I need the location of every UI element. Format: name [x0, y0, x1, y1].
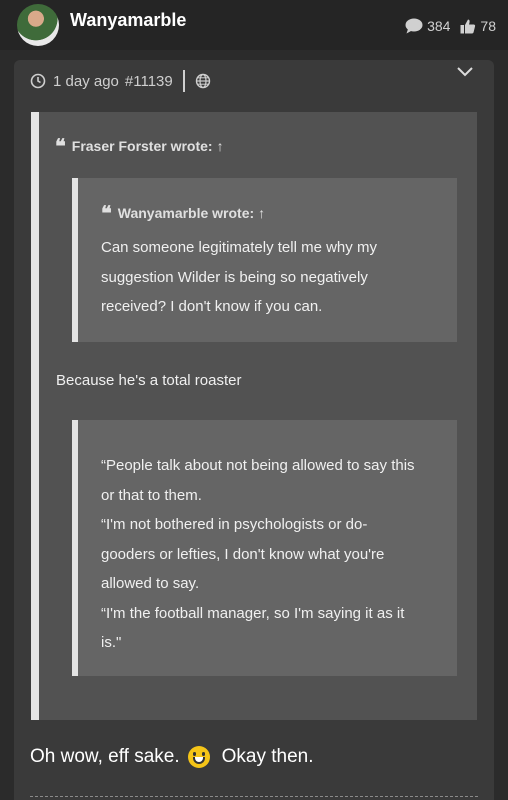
cited-quote-line: “People talk about not being allowed to … — [101, 457, 415, 474]
post-id[interactable]: #11139 — [125, 73, 173, 90]
likes-stat: 78 — [460, 18, 496, 34]
reply-text: Oh wow, eff sake. Okay then. — [30, 746, 314, 768]
inner-quote-line: Can someone legitimately tell me why my — [101, 239, 377, 256]
user-stats: 384 78 — [395, 18, 496, 34]
reply-text-before: Oh wow, eff sake. — [30, 746, 180, 767]
likes-count: 78 — [480, 18, 496, 34]
quote-mark-icon: ❝ — [55, 134, 66, 158]
globe-icon[interactable] — [195, 73, 211, 89]
outer-quote-author[interactable]: ❝ Fraser Forster wrote: ↑ — [55, 134, 224, 158]
reply-text-after: Okay then. — [221, 746, 314, 767]
cited-quote-line: allowed to say. — [101, 575, 200, 592]
thumbs-up-icon — [460, 19, 476, 34]
cited-quote-line: or that to them. — [101, 486, 202, 504]
inner-quote-line: received? I don't know if you can. — [101, 298, 323, 315]
outer-quote-author-label: Fraser Forster wrote: — [71, 138, 213, 154]
post-header: Wanyamarble 384 78 — [0, 0, 508, 50]
inner-quote-text: Can someone legitimately tell me why my … — [101, 233, 377, 322]
go-to-quote-arrow-icon[interactable]: ↑ — [217, 138, 224, 154]
clock-icon — [30, 73, 46, 89]
cited-quote-line: is." — [101, 634, 122, 651]
meta-divider — [182, 70, 185, 92]
post-meta: 1 day ago #11139 — [30, 70, 211, 92]
quote-mark-icon: ❝ — [101, 201, 112, 225]
comments-stat: 384 — [405, 18, 450, 34]
inner-quote-line: suggestion Wilder is being so negatively — [101, 268, 368, 286]
cited-quote-line: gooders or lefties, I don't know what yo… — [101, 545, 385, 563]
username[interactable]: Wanyamarble — [70, 10, 186, 31]
cited-quote-line: “I'm not bothered in psychologists or do… — [101, 516, 368, 533]
post-divider — [30, 796, 478, 797]
comments-count: 384 — [427, 18, 451, 34]
grinning-emoji-icon — [187, 746, 210, 768]
outer-quote-body: Because he's a total roaster — [56, 372, 242, 389]
cited-quote-line: “I'm the football manager, so I'm saying… — [101, 604, 405, 622]
chevron-down-icon[interactable] — [456, 66, 474, 78]
cited-quote-text: “People talk about not being allowed to … — [101, 451, 415, 658]
inner-quote-author-label: Wanyamarble wrote: — [117, 205, 255, 221]
post-time[interactable]: 1 day ago — [53, 73, 119, 90]
avatar[interactable] — [17, 4, 59, 46]
inner-quote-author[interactable]: ❝ Wanyamarble wrote: ↑ — [101, 201, 265, 225]
speech-bubble-icon — [405, 18, 423, 34]
go-to-quote-arrow-icon[interactable]: ↑ — [258, 205, 265, 221]
